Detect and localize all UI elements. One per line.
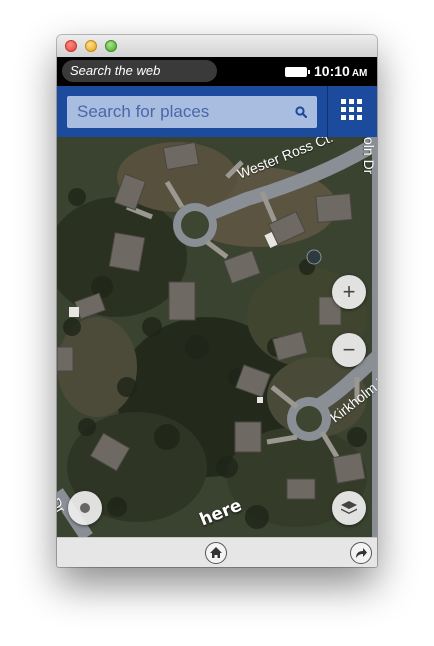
close-window-button[interactable] [65,40,77,52]
app-window: Search the web 10:10 AM Search for places [57,35,377,567]
zoom-out-button[interactable]: − [332,333,366,367]
street-label-lincoln: oln Dr [361,137,377,175]
layers-icon[interactable] [332,491,366,525]
web-search-field[interactable]: Search the web [62,60,217,82]
app-bar: Search for places [57,86,377,137]
satellite-imagery [57,137,377,537]
search-icon[interactable] [295,106,307,118]
clock-ampm: AM [351,68,368,79]
home-icon[interactable] [205,542,227,564]
clock: 10:10 AM [314,62,367,83]
grid-icon[interactable] [341,99,363,121]
zoom-in-button[interactable]: + [332,275,366,309]
battery-icon [285,67,310,77]
minimize-window-button[interactable] [85,40,97,52]
zoom-window-button[interactable] [105,40,117,52]
place-search-placeholder: Search for places [77,102,210,121]
status-bar: Search the web 10:10 AM [57,57,377,86]
app-bar-divider [327,86,328,137]
forward-icon[interactable] [350,542,372,564]
satellite-map[interactable]: Wester Ross Ct. Kirkholm D oln Dr Dr + −… [57,137,377,537]
location-icon[interactable] [68,491,102,525]
place-search-input[interactable]: Search for places [67,96,317,128]
title-bar [57,35,377,58]
bottom-toolbar [57,537,377,567]
clock-time: 10:10 [314,63,350,79]
